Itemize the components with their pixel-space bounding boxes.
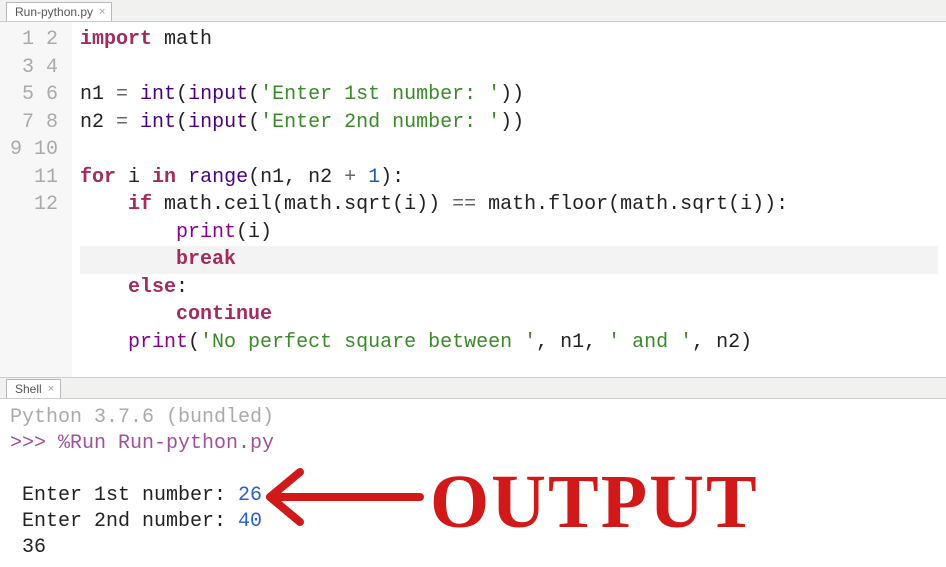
close-icon[interactable]: ×	[97, 6, 107, 18]
shell-input-prompt: Enter 1st number:	[10, 484, 238, 507]
shell-output[interactable]: Python 3.7.6 (bundled) >>> %Run Run-pyth…	[0, 399, 946, 567]
tab-shell[interactable]: Shell ×	[6, 379, 61, 398]
shell-banner: Python 3.7.6 (bundled)	[10, 406, 274, 429]
tab-run-python[interactable]: Run-python.py ×	[6, 2, 112, 21]
tab-label: Run-python.py	[15, 5, 93, 19]
shell-input-value: 40	[238, 510, 262, 533]
close-icon[interactable]: ×	[46, 383, 56, 395]
shell-command: %Run Run-python.py	[58, 432, 274, 455]
shell-input-value: 26	[238, 484, 262, 507]
editor-tab-bar: Run-python.py ×	[0, 0, 946, 22]
code-editor[interactable]: 1 2 3 4 5 6 7 8 9 10 11 12 import math n…	[0, 22, 946, 377]
tab-label: Shell	[15, 382, 42, 396]
line-numbers: 1 2 3 4 5 6 7 8 9 10 11 12	[0, 22, 72, 377]
shell-prompt: >>>	[10, 432, 58, 455]
code-content[interactable]: import math n1 = int(input('Enter 1st nu…	[72, 22, 946, 377]
shell-tab-bar: Shell ×	[0, 377, 946, 399]
shell-input-prompt: Enter 2nd number:	[10, 510, 238, 533]
